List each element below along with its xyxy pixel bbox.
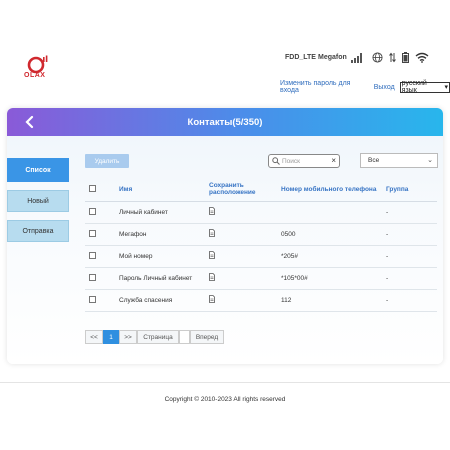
pagination: << 1 >> Страница Вперед bbox=[85, 330, 224, 344]
table-row[interactable]: Служба спасения 112 - bbox=[85, 289, 437, 312]
group-filter-select[interactable]: Все ⌄ bbox=[360, 153, 438, 168]
row-checkbox[interactable] bbox=[89, 273, 96, 281]
contacts-card: Контакты(5/350) Список Новый Отправка Уд… bbox=[7, 108, 443, 364]
header-name: Имя bbox=[115, 178, 205, 202]
wifi-icon bbox=[415, 52, 429, 63]
row-checkbox[interactable] bbox=[89, 295, 96, 303]
contact-phone: 0500 bbox=[277, 223, 382, 246]
contacts-table: Имя Сохранить расположение Номер мобильн… bbox=[85, 178, 437, 312]
contact-phone: *205# bbox=[277, 245, 382, 268]
chevron-down-icon: ⌄ bbox=[427, 157, 433, 164]
search-icon bbox=[272, 157, 280, 165]
data-transfer-icon bbox=[389, 52, 396, 63]
copyright-footer: Copyright © 2010-2023 All rights reserve… bbox=[164, 396, 286, 403]
select-all-checkbox[interactable] bbox=[89, 184, 96, 192]
side-tabs: Список Новый Отправка bbox=[7, 158, 70, 250]
status-icons bbox=[372, 52, 429, 63]
search-placeholder: Поиск bbox=[282, 157, 301, 165]
battery-icon bbox=[402, 52, 409, 63]
table-row[interactable]: Личный кабинет - bbox=[85, 201, 437, 224]
filter-value: Все bbox=[368, 157, 380, 164]
header-save-location: Сохранить расположение bbox=[205, 178, 277, 202]
table-row[interactable]: Мегафон 0500 - bbox=[85, 223, 437, 246]
contact-phone bbox=[277, 201, 382, 224]
table-row[interactable]: Пароль Личный кабинет *105*00# - bbox=[85, 267, 437, 290]
footer-divider bbox=[0, 382, 450, 383]
language-value: русский язык bbox=[401, 80, 427, 94]
contact-name: Мегафон bbox=[115, 223, 205, 246]
device-storage-icon bbox=[209, 251, 215, 259]
page-title: Контакты(5/350) bbox=[187, 116, 263, 128]
card-header: Контакты(5/350) bbox=[7, 108, 443, 136]
contact-group: - bbox=[382, 201, 437, 224]
page: OLAX FDD_LTE Megafon Изменить пароль для… bbox=[0, 0, 450, 450]
current-page-button[interactable]: 1 bbox=[103, 330, 119, 344]
language-select[interactable]: русский язык ▾ bbox=[399, 80, 450, 94]
contact-name: Пароль Личный кабинет bbox=[115, 267, 205, 290]
clear-search-icon[interactable]: × bbox=[331, 156, 336, 165]
device-storage-icon bbox=[209, 295, 215, 303]
contact-group: - bbox=[382, 245, 437, 268]
contact-group: - bbox=[382, 223, 437, 246]
header-phone: Номер мобильного телефона bbox=[277, 178, 382, 202]
logout-link[interactable]: Выход bbox=[374, 84, 395, 91]
operator-name: Megafon bbox=[318, 54, 347, 61]
tab-new[interactable]: Новый bbox=[7, 190, 69, 212]
back-arrow-icon[interactable] bbox=[23, 115, 37, 129]
page-number-input[interactable] bbox=[179, 330, 190, 344]
table-header-row: Имя Сохранить расположение Номер мобильн… bbox=[85, 178, 437, 202]
device-storage-icon bbox=[209, 229, 215, 237]
signal-bars-icon bbox=[351, 53, 362, 63]
top-links: Изменить пароль для входа Выход русский … bbox=[280, 80, 450, 94]
row-checkbox[interactable] bbox=[89, 229, 96, 237]
logo-text: OLAX bbox=[24, 72, 46, 79]
contact-name: Служба спасения bbox=[115, 289, 205, 312]
contact-group: - bbox=[382, 267, 437, 290]
contact-name: Мой номер bbox=[115, 245, 205, 268]
prev-page-button[interactable]: << bbox=[85, 330, 103, 344]
network-type: FDD_LTE bbox=[285, 54, 316, 61]
page-label: Страница bbox=[137, 330, 179, 344]
contact-name: Личный кабинет bbox=[115, 201, 205, 224]
change-password-link[interactable]: Изменить пароль для входа bbox=[280, 80, 369, 94]
device-storage-icon bbox=[209, 273, 215, 281]
table-row[interactable]: Мой номер *205# - bbox=[85, 245, 437, 268]
go-page-button[interactable]: Вперед bbox=[190, 330, 224, 344]
row-checkbox[interactable] bbox=[89, 207, 96, 215]
chevron-down-icon: ▾ bbox=[444, 84, 448, 91]
contact-group: - bbox=[382, 289, 437, 312]
delete-button[interactable]: Удалить bbox=[85, 154, 129, 168]
device-storage-icon bbox=[209, 207, 215, 215]
row-checkbox[interactable] bbox=[89, 251, 96, 259]
next-page-button[interactable]: >> bbox=[119, 330, 137, 344]
header-group: Группа bbox=[382, 178, 437, 202]
globe-icon bbox=[372, 52, 383, 63]
contact-phone: *105*00# bbox=[277, 267, 382, 290]
search-input[interactable]: Поиск × bbox=[268, 154, 340, 168]
tab-send[interactable]: Отправка bbox=[7, 220, 69, 242]
tab-list[interactable]: Список bbox=[7, 158, 69, 182]
contact-phone: 112 bbox=[277, 289, 382, 312]
